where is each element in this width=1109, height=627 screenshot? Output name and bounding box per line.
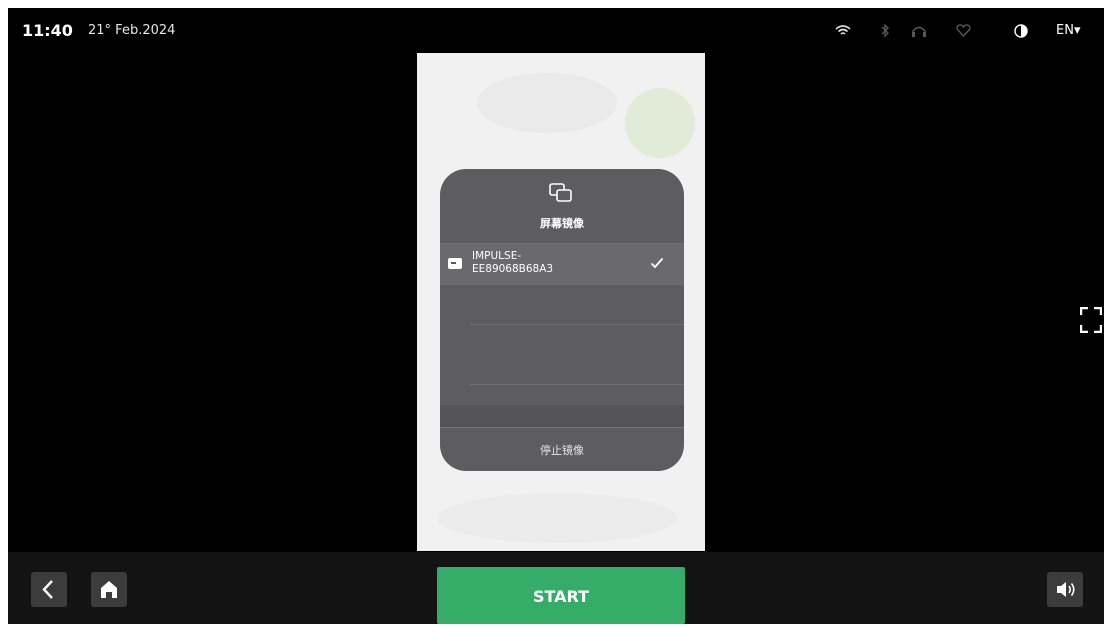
contrast-icon[interactable] (1014, 24, 1028, 38)
screen-mirroring-icon (549, 183, 572, 202)
headset-icon (912, 26, 926, 37)
date-label: 21° Feb.2024 (88, 23, 176, 38)
device-name-line-1: IMPULSE- (472, 250, 522, 262)
volume-icon (1057, 582, 1075, 597)
screen: 11:40 21° Feb.2024 EN▾ 屏幕镜像 IMPULSE- EE8… (8, 8, 1104, 624)
clock-time: 11:40 (22, 21, 73, 40)
blurred-background (625, 88, 695, 158)
chevron-left-icon (42, 580, 53, 599)
home-button[interactable] (91, 572, 127, 607)
panel-title: 屏幕镜像 (540, 217, 584, 230)
bottom-navigation-bar: START (8, 552, 1104, 624)
volume-button[interactable] (1047, 572, 1083, 607)
stop-mirroring-button[interactable]: 停止镜像 (440, 427, 684, 471)
list-divider (470, 324, 684, 325)
start-label: START (532, 587, 590, 606)
checkmark-icon (650, 257, 664, 269)
status-bar: 11:40 21° Feb.2024 EN▾ (8, 8, 1104, 52)
blurred-background (477, 73, 617, 133)
list-divider (470, 384, 684, 385)
stop-mirroring-label: 停止镜像 (540, 444, 584, 457)
phone-mirror-view: 屏幕镜像 IMPULSE- EE89068B68A3 停止镜像 (417, 53, 705, 551)
home-icon (101, 581, 117, 598)
blurred-background (437, 493, 677, 543)
wifi-icon (835, 25, 851, 35)
heart-icon (956, 24, 971, 37)
fullscreen-icon[interactable] (1080, 307, 1102, 333)
device-name-line-2: EE89068B68A3 (472, 263, 554, 275)
bluetooth-icon (881, 23, 889, 38)
back-button[interactable] (31, 572, 67, 607)
device-name: IMPULSE- EE89068B68A3 (472, 250, 632, 276)
screen-mirroring-panel: 屏幕镜像 IMPULSE- EE89068B68A3 停止镜像 (440, 169, 684, 471)
language-selector[interactable]: EN▾ (1056, 23, 1080, 38)
start-button[interactable]: START (437, 567, 685, 624)
list-spacer (440, 405, 684, 427)
tv-device-icon (448, 258, 462, 269)
device-list-item[interactable]: IMPULSE- EE89068B68A3 (440, 243, 684, 285)
